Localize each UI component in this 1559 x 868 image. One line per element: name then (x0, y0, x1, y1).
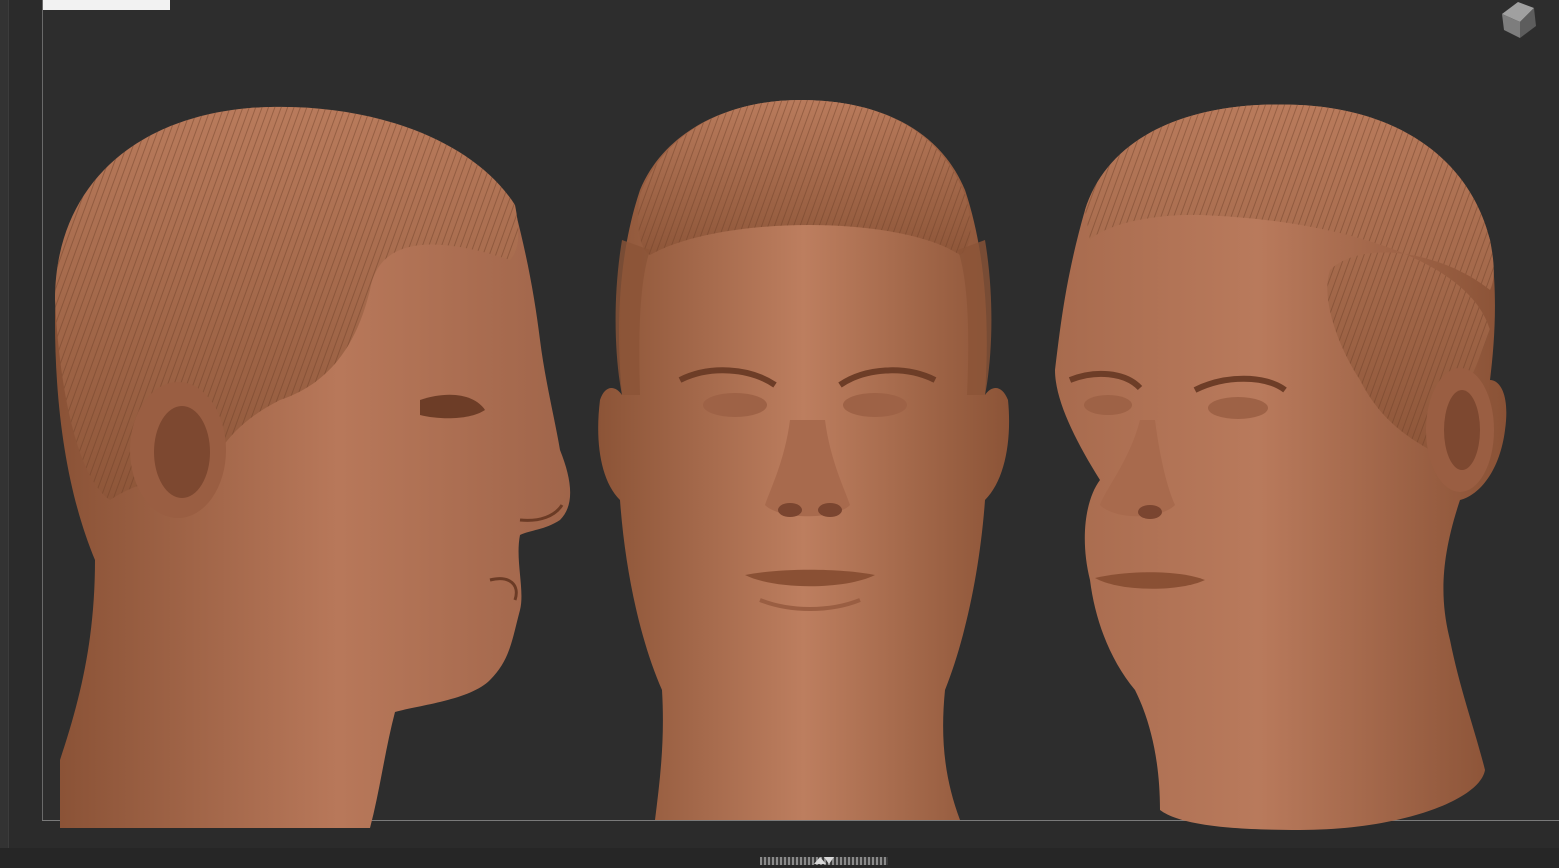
tray-toggle-arrows-icon[interactable] (812, 854, 836, 866)
head-side-profile (55, 106, 571, 829)
head-front (598, 100, 1010, 820)
head-three-quarter (1055, 104, 1507, 831)
sculpt-model[interactable] (0, 0, 1559, 868)
zbrush-window (0, 0, 1559, 868)
